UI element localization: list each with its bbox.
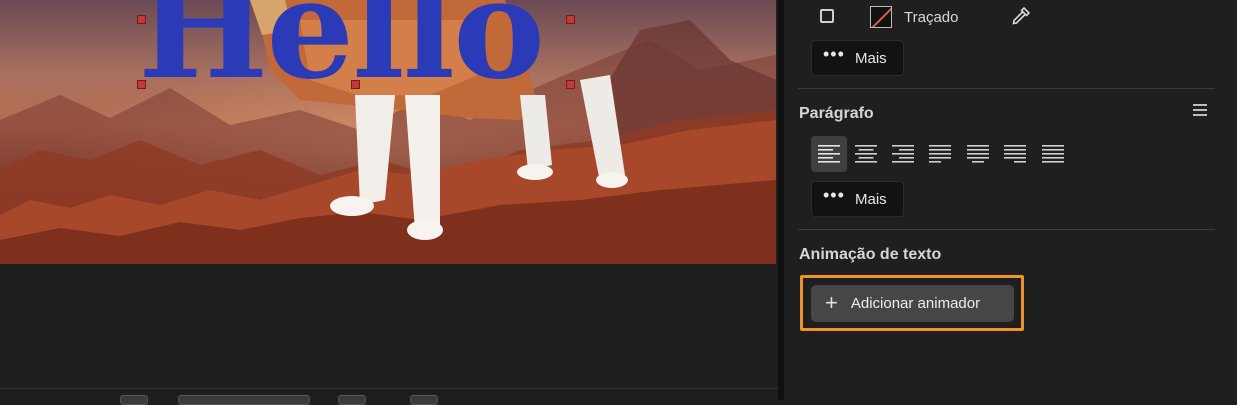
canvas-area: Hello	[0, 0, 778, 405]
paragraph-menu-icon[interactable]	[1193, 104, 1207, 116]
align-center-icon	[855, 145, 877, 163]
justify-last-left-icon	[929, 145, 951, 163]
more-paragraph-options-button[interactable]: ••• Mais	[811, 181, 904, 217]
text-animation-section-title: Animação de texto	[799, 246, 942, 263]
align-right-icon	[892, 145, 914, 163]
timeline-control[interactable]	[178, 395, 310, 405]
stroke-color-swatch[interactable]	[870, 6, 892, 28]
stroke-checkbox[interactable]	[820, 9, 834, 23]
timeline-control[interactable]	[120, 395, 148, 405]
transform-handle-bottom-center[interactable]	[351, 80, 360, 89]
properties-panel: Traçado ••• Mais Parágrafo ••• Mais Anim…	[784, 0, 1237, 400]
stroke-label: Traçado	[904, 9, 959, 26]
text-layer-hello[interactable]: Hello	[138, 0, 545, 98]
align-center-button[interactable]	[848, 136, 884, 172]
no-color-icon	[871, 7, 891, 27]
justify-last-center-icon	[967, 145, 989, 163]
more-character-options-button[interactable]: ••• Mais	[811, 40, 904, 76]
transform-handle-middle-left[interactable]	[137, 15, 146, 24]
justify-all-button[interactable]	[1035, 136, 1071, 172]
more-button-label: Mais	[855, 49, 887, 67]
eyedropper-icon[interactable]	[1010, 5, 1032, 27]
align-left-button[interactable]	[811, 136, 847, 172]
justify-last-right-icon	[1004, 145, 1026, 163]
justify-last-center-button[interactable]	[960, 136, 996, 172]
justify-last-right-button[interactable]	[997, 136, 1033, 172]
justify-all-icon	[1042, 145, 1064, 163]
timeline-control[interactable]	[338, 395, 366, 405]
transform-handle-bottom-left[interactable]	[137, 80, 146, 89]
plus-icon: +	[825, 289, 838, 315]
add-animator-label: Adicionar animador	[850, 295, 981, 312]
transform-handle-bottom-right[interactable]	[566, 80, 575, 89]
more-icon: •••	[823, 44, 845, 64]
timeline-control[interactable]	[410, 395, 438, 405]
background-image: Hello	[0, 0, 776, 264]
timeline-strip	[0, 388, 778, 401]
paragraph-section-title: Parágrafo	[799, 105, 874, 122]
transform-handle-middle-right[interactable]	[566, 15, 575, 24]
add-animator-button[interactable]: + Adicionar animador	[811, 285, 1014, 322]
align-left-icon	[818, 145, 840, 163]
justify-last-left-button[interactable]	[922, 136, 958, 172]
more-icon: •••	[823, 185, 845, 205]
more-button-label: Mais	[855, 190, 887, 208]
align-right-button[interactable]	[885, 136, 921, 172]
section-divider	[798, 229, 1215, 230]
section-divider	[798, 88, 1215, 89]
